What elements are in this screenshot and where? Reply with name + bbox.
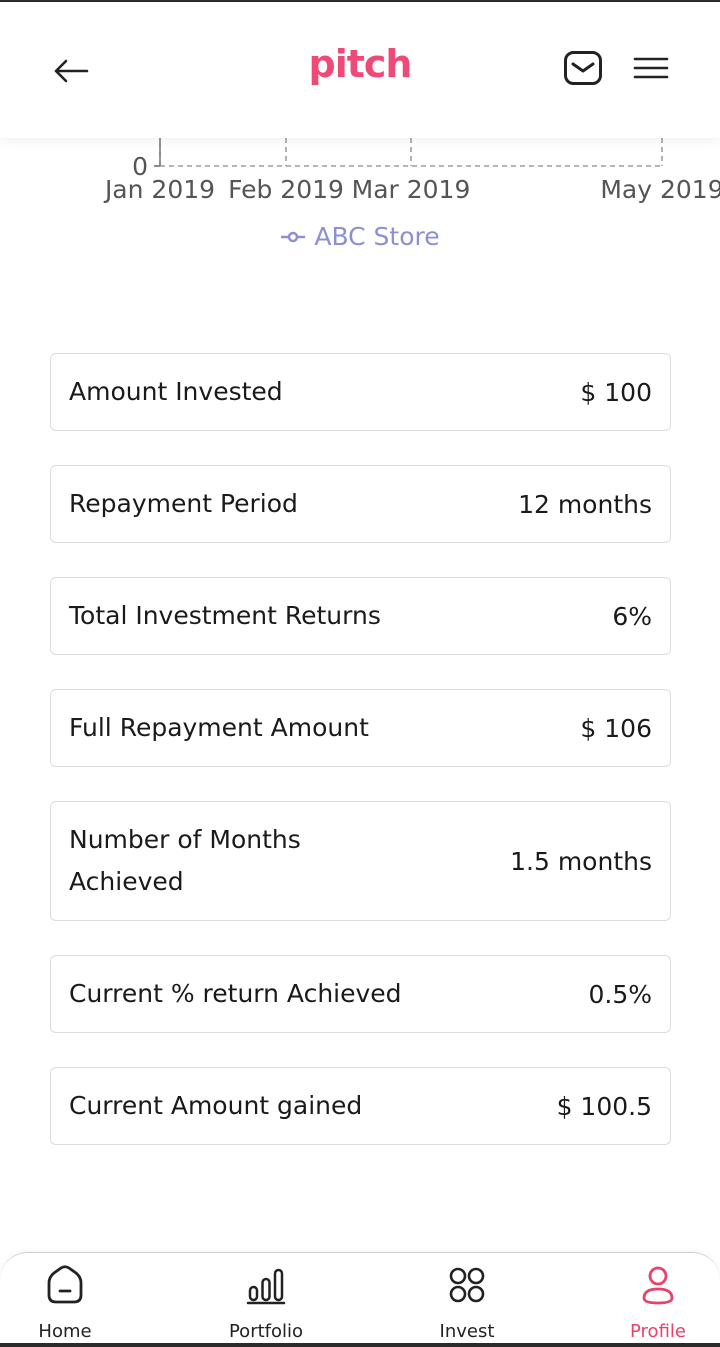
nav-invest[interactable]: Invest: [407, 1261, 527, 1343]
card-value: 6%: [612, 601, 652, 631]
card-label: Current Amount gained: [69, 1091, 363, 1120]
x-tick-label: Jan 2019: [103, 175, 215, 204]
home-indicator-bar: [0, 1343, 720, 1347]
hamburger-icon: [633, 57, 669, 79]
card-label: Amount Invested: [69, 377, 283, 406]
card-value: 12 months: [518, 489, 652, 519]
full-repayment-card: Full Repayment Amount $ 106: [50, 689, 671, 767]
menu-button[interactable]: [630, 52, 672, 84]
bottom-navigation: Home Portfolio Invest Profile: [0, 1252, 720, 1347]
app-header: pitch: [0, 2, 720, 138]
card-value: $ 100: [580, 377, 652, 407]
repayment-period-card: Repayment Period 12 months: [50, 465, 671, 543]
inbox-button[interactable]: [562, 48, 604, 88]
card-value: $ 100.5: [556, 1091, 652, 1121]
x-tick-label: May 2019: [600, 175, 720, 204]
current-return-card: Current % return Achieved 0.5%: [50, 955, 671, 1033]
pitch-logo: pitch: [308, 42, 413, 86]
bar-chart-icon: [244, 1263, 288, 1307]
card-value: 0.5%: [588, 979, 652, 1009]
card-label: Number of Months Achieved: [69, 825, 301, 896]
returns-chart: 0 Jan 2019 Feb 2019 Mar 2019 May 2019 ABC St…: [0, 138, 720, 268]
amount-gained-card: Current Amount gained $ 100.5: [50, 1067, 671, 1145]
card-label: Full Repayment Amount: [69, 713, 369, 742]
card-label: Current % return Achieved: [69, 979, 402, 1008]
nav-label: Portfolio: [228, 1321, 304, 1342]
card-value: 1.5 months: [510, 846, 652, 876]
investment-summary: Amount Invested $ 100 Repayment Period 1…: [50, 353, 671, 1179]
nav-profile[interactable]: Profile: [598, 1261, 718, 1343]
legend-line-icon: [281, 231, 306, 242]
card-label: Repayment Period: [69, 489, 298, 518]
chart-legend[interactable]: ABC Store: [0, 222, 720, 251]
grid-circles-icon: [445, 1263, 489, 1307]
total-returns-card: Total Investment Returns 6%: [50, 577, 671, 655]
mail-icon: [564, 51, 602, 85]
nav-label: Invest: [439, 1321, 495, 1342]
amount-invested-card: Amount Invested $ 100: [50, 353, 671, 431]
nav-label: Home: [38, 1321, 92, 1342]
nav-label: Profile: [630, 1321, 686, 1342]
home-icon: [43, 1263, 87, 1307]
chart-plot: 0Jan 2019 Feb 2019 Mar 2019 May 2019: [103, 138, 720, 204]
nav-home[interactable]: Home: [5, 1261, 125, 1343]
card-label: Total Investment Returns: [69, 601, 381, 630]
x-tick-label: Feb 2019: [228, 175, 344, 204]
user-icon: [636, 1263, 680, 1307]
months-achieved-card: Number of Months Achieved 1.5 months: [50, 801, 671, 921]
card-value: $ 106: [580, 713, 652, 743]
x-tick-label: Mar 2019: [352, 175, 471, 204]
legend-label: ABC Store: [314, 222, 440, 251]
nav-portfolio[interactable]: Portfolio: [206, 1261, 326, 1343]
